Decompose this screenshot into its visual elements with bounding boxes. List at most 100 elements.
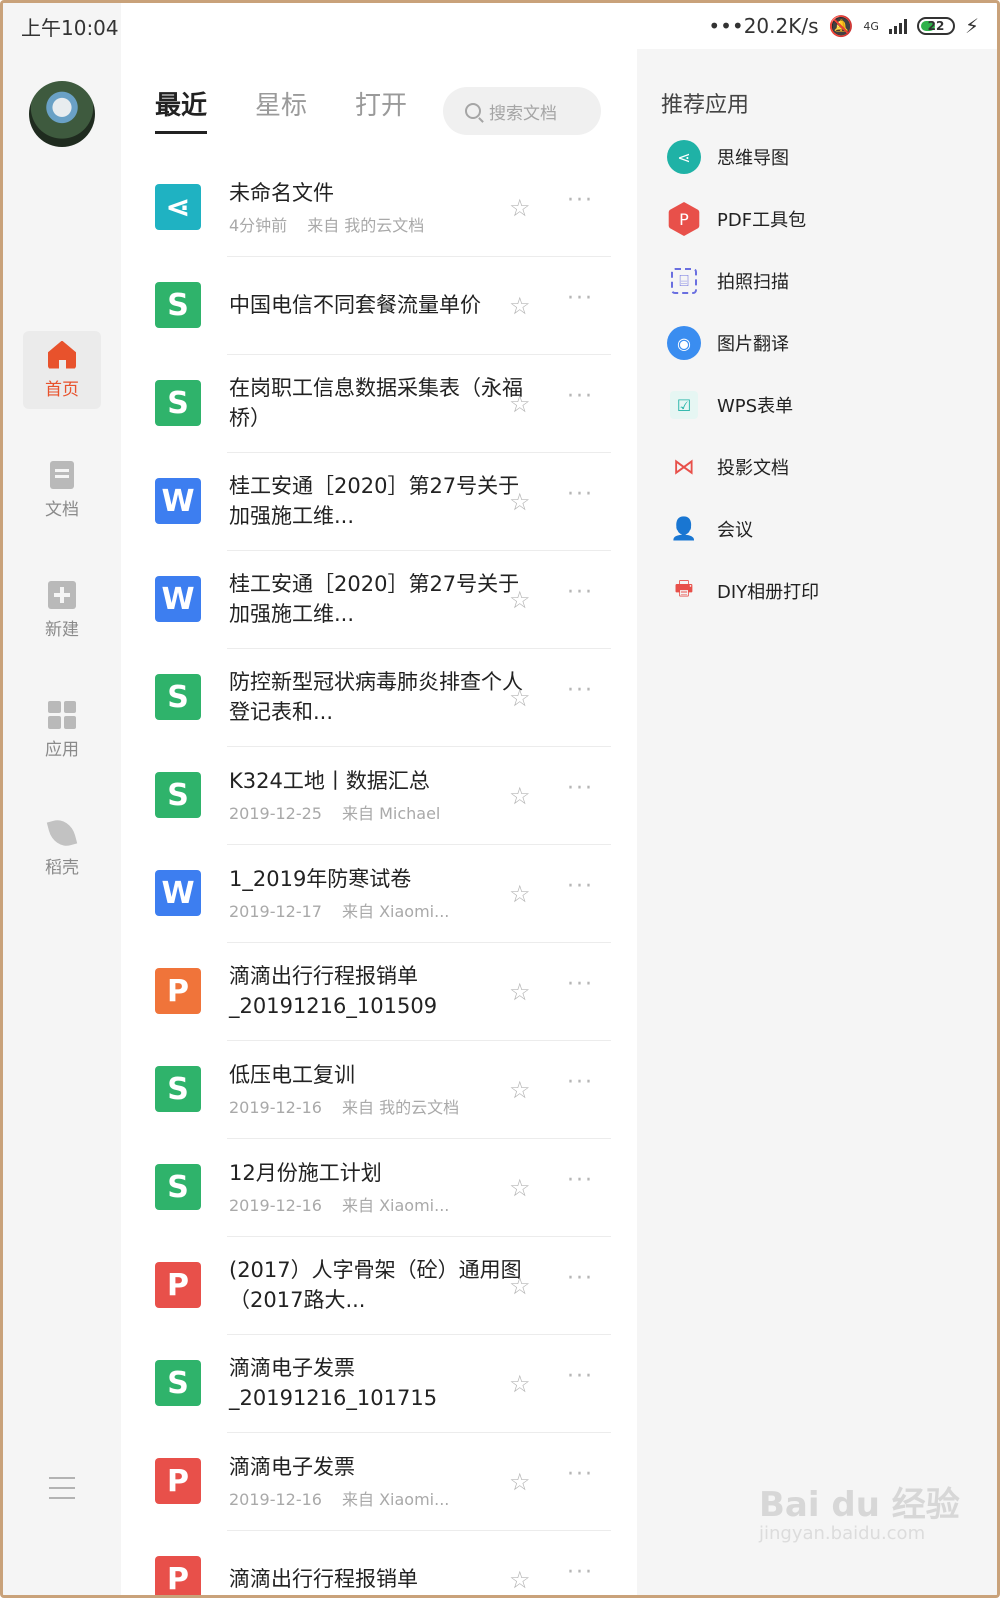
file-source: 来自 Xiaomi... xyxy=(341,1490,450,1509)
star-icon[interactable]: ☆ xyxy=(509,586,531,614)
file-text: 滴滴出行行程报销单 xyxy=(229,1530,525,1595)
file-row[interactable]: P 滴滴出行行程报销单_20191216_101509 ☆ ··· xyxy=(155,942,611,1040)
star-icon[interactable]: ☆ xyxy=(509,292,531,320)
more-options-icon[interactable]: ··· xyxy=(567,1364,594,1389)
star-icon[interactable]: ☆ xyxy=(509,1370,531,1398)
file-title: K324工地丨数据汇总 xyxy=(229,769,430,793)
file-row[interactable]: P 滴滴电子发票 2019-12-16 来自 Xiaomi... ☆ ··· xyxy=(155,1432,611,1530)
more-options-icon[interactable]: ··· xyxy=(567,1168,594,1193)
star-icon[interactable]: ☆ xyxy=(509,1566,531,1594)
battery-icon: 22 xyxy=(916,17,955,35)
nav-item-new[interactable]: 新建 xyxy=(23,571,101,649)
sheet-file-icon: S xyxy=(155,1360,201,1406)
sheet-file-icon: S xyxy=(155,380,201,426)
recommend-label: 会议 xyxy=(717,520,753,541)
more-options-icon[interactable]: ··· xyxy=(567,580,594,605)
battery-level: 22 xyxy=(927,19,945,33)
meeting-icon: 👤 xyxy=(670,516,698,542)
more-options-icon[interactable]: ··· xyxy=(567,286,594,311)
more-options-icon[interactable]: ··· xyxy=(567,874,594,899)
tab-starred[interactable]: 星标 xyxy=(255,85,307,134)
avatar[interactable] xyxy=(29,81,95,147)
star-icon[interactable]: ☆ xyxy=(509,1468,531,1496)
recommend-item-projection[interactable]: ⋈ 投影文档 xyxy=(667,447,789,487)
file-text: 防控新型冠状病毒肺炎排查个人登记表和... xyxy=(229,648,525,746)
word-file-icon: W xyxy=(155,870,201,916)
projection-icon: ⋈ xyxy=(673,454,695,480)
recommend-label: 拍照扫描 xyxy=(717,272,789,293)
more-options-icon[interactable]: ··· xyxy=(567,188,594,213)
file-time: 2019-12-25 xyxy=(229,804,322,823)
nav-item-docer[interactable]: 稻壳 xyxy=(23,809,101,887)
file-text: 在岗职工信息数据采集表（永福桥） xyxy=(229,354,525,452)
nav-item-docs[interactable]: 文档 xyxy=(23,451,101,529)
more-options-icon[interactable]: ··· xyxy=(567,1462,594,1487)
file-time: 4分钟前 xyxy=(229,216,288,235)
charging-icon: ⚡ xyxy=(964,14,979,38)
more-options-icon[interactable]: ··· xyxy=(567,482,594,507)
file-title: 桂工安通［2020］第27号关于加强施工维... xyxy=(229,474,520,528)
word-file-icon: W xyxy=(155,576,201,622)
star-icon[interactable]: ☆ xyxy=(509,1174,531,1202)
star-icon[interactable]: ☆ xyxy=(509,684,531,712)
more-options-icon[interactable]: ··· xyxy=(567,678,594,703)
hamburger-menu-icon[interactable] xyxy=(49,1477,75,1499)
watermark-logo: Bai du 经验 xyxy=(759,1485,960,1525)
more-options-icon[interactable]: ··· xyxy=(567,1560,594,1585)
file-row[interactable]: W 桂工安通［2020］第27号关于加强施工维... ☆ ··· xyxy=(155,452,611,550)
star-icon[interactable]: ☆ xyxy=(509,782,531,810)
more-options-icon[interactable]: ··· xyxy=(567,1070,594,1095)
file-row[interactable]: P (2017）人字骨架（砼）通用图（2017路大... ☆ ··· xyxy=(155,1236,611,1334)
star-icon[interactable]: ☆ xyxy=(509,1272,531,1300)
file-row[interactable]: W 桂工安通［2020］第27号关于加强施工维... ☆ ··· xyxy=(155,550,611,648)
star-icon[interactable]: ☆ xyxy=(509,390,531,418)
recommend-item-form[interactable]: ☑ WPS表单 xyxy=(667,385,793,425)
search-input[interactable]: 搜索文档 xyxy=(443,87,601,135)
file-title: 桂工安通［2020］第27号关于加强施工维... xyxy=(229,572,520,626)
nav-item-apps[interactable]: 应用 xyxy=(23,691,101,769)
ppt-file-icon: P xyxy=(155,968,201,1014)
nav-item-home[interactable]: 首页 xyxy=(23,331,101,409)
file-row[interactable]: S 滴滴电子发票_20191216_101715 ☆ ··· xyxy=(155,1334,611,1432)
recommend-label: PDF工具包 xyxy=(717,210,807,231)
tab-recent[interactable]: 最近 xyxy=(155,85,208,134)
file-text: 滴滴电子发票 2019-12-16 来自 Xiaomi... xyxy=(229,1432,525,1530)
nav-label: 首页 xyxy=(45,379,79,400)
file-row[interactable]: S 12月份施工计划 2019-12-16 来自 Xiaomi... ☆ ··· xyxy=(155,1138,611,1236)
file-row[interactable]: P 滴滴出行行程报销单 ☆ ··· xyxy=(155,1530,611,1595)
file-row[interactable]: S 低压电工复训 2019-12-16 来自 我的云文档 ☆ ··· xyxy=(155,1040,611,1138)
file-text: 桂工安通［2020］第27号关于加强施工维... xyxy=(229,550,525,648)
file-row[interactable]: S K324工地丨数据汇总 2019-12-25 来自 Michael ☆ ··· xyxy=(155,746,611,844)
file-row[interactable]: ⋖ 未命名文件 4分钟前 来自 我的云文档 ☆ ··· xyxy=(155,158,611,256)
mute-bell-icon: 🔕 xyxy=(828,14,854,38)
star-icon[interactable]: ☆ xyxy=(509,1076,531,1104)
file-meta: 2019-12-16 来自 我的云文档 xyxy=(229,1094,525,1118)
more-options-icon[interactable]: ··· xyxy=(567,1266,594,1291)
recommend-item-meeting[interactable]: 👤 会议 xyxy=(667,509,753,549)
file-text: 滴滴电子发票_20191216_101715 xyxy=(229,1334,525,1432)
recommend-item-mind-map[interactable]: ⋖ 思维导图 xyxy=(667,137,789,177)
recommend-item-pdf-toolkit[interactable]: P PDF工具包 xyxy=(667,199,806,239)
recommend-item-print[interactable]: 🖶 DIY相册打印 xyxy=(667,571,820,611)
recommend-item-translate[interactable]: ◉ 图片翻译 xyxy=(667,323,789,363)
star-icon[interactable]: ☆ xyxy=(509,488,531,516)
file-row[interactable]: W 1_2019年防寒试卷 2019-12-17 来自 Xiaomi... ☆ ··· xyxy=(155,844,611,942)
file-title: 中国电信不同套餐流量单价 xyxy=(229,293,481,317)
more-options-icon[interactable]: ··· xyxy=(567,972,594,997)
file-row[interactable]: S 防控新型冠状病毒肺炎排查个人登记表和... ☆ ··· xyxy=(155,648,611,746)
tab-open[interactable]: 打开 xyxy=(355,85,407,134)
more-options-icon[interactable]: ··· xyxy=(567,776,594,801)
file-row[interactable]: S 中国电信不同套餐流量单价 ☆ ··· xyxy=(155,256,611,354)
file-row[interactable]: S 在岗职工信息数据采集表（永福桥） ☆ ··· xyxy=(155,354,611,452)
file-text: 中国电信不同套餐流量单价 xyxy=(229,256,525,354)
tab-bar: 最近 星标 打开 xyxy=(155,85,455,134)
sheet-file-icon: S xyxy=(155,772,201,818)
translate-icon: ◉ xyxy=(667,326,701,360)
star-icon[interactable]: ☆ xyxy=(509,880,531,908)
recommend-item-scan[interactable]: ⌸ 拍照扫描 xyxy=(667,261,789,301)
apps-grid-icon xyxy=(48,700,76,729)
more-options-icon[interactable]: ··· xyxy=(567,384,594,409)
star-icon[interactable]: ☆ xyxy=(509,194,531,222)
star-icon[interactable]: ☆ xyxy=(509,978,531,1006)
form-icon: ☑ xyxy=(670,391,698,419)
